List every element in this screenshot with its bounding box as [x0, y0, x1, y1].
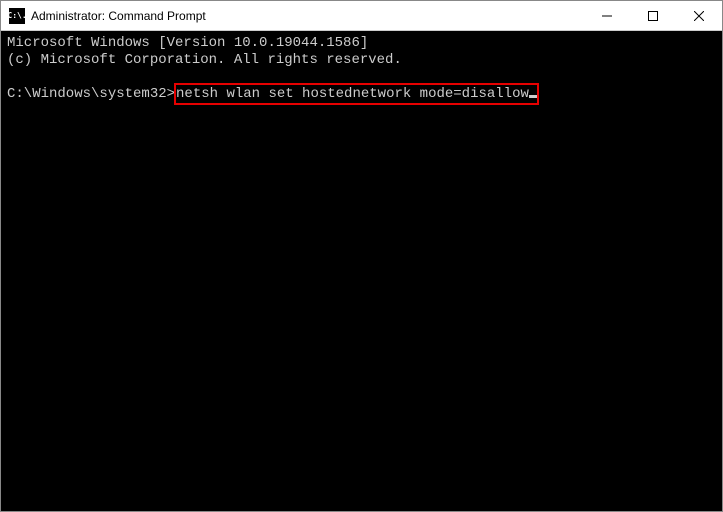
version-line: Microsoft Windows [Version 10.0.19044.15…: [7, 35, 368, 51]
terminal-output[interactable]: Microsoft Windows [Version 10.0.19044.15…: [1, 31, 722, 511]
text-cursor: [529, 95, 537, 98]
window-controls: [584, 1, 722, 30]
window-title: Administrator: Command Prompt: [31, 9, 584, 23]
copyright-line: (c) Microsoft Corporation. All rights re…: [7, 52, 402, 68]
maximize-button[interactable]: [630, 1, 676, 30]
prompt: C:\Windows\system32>: [7, 86, 175, 102]
command-prompt-window: C:\. Administrator: Command Prompt Micro…: [0, 0, 723, 512]
typed-command: netsh wlan set hostednetwork mode=disall…: [176, 86, 529, 102]
app-icon: C:\.: [9, 8, 25, 24]
titlebar[interactable]: C:\. Administrator: Command Prompt: [1, 1, 722, 31]
close-button[interactable]: [676, 1, 722, 30]
minimize-button[interactable]: [584, 1, 630, 30]
command-highlight: netsh wlan set hostednetwork mode=disall…: [174, 83, 539, 105]
